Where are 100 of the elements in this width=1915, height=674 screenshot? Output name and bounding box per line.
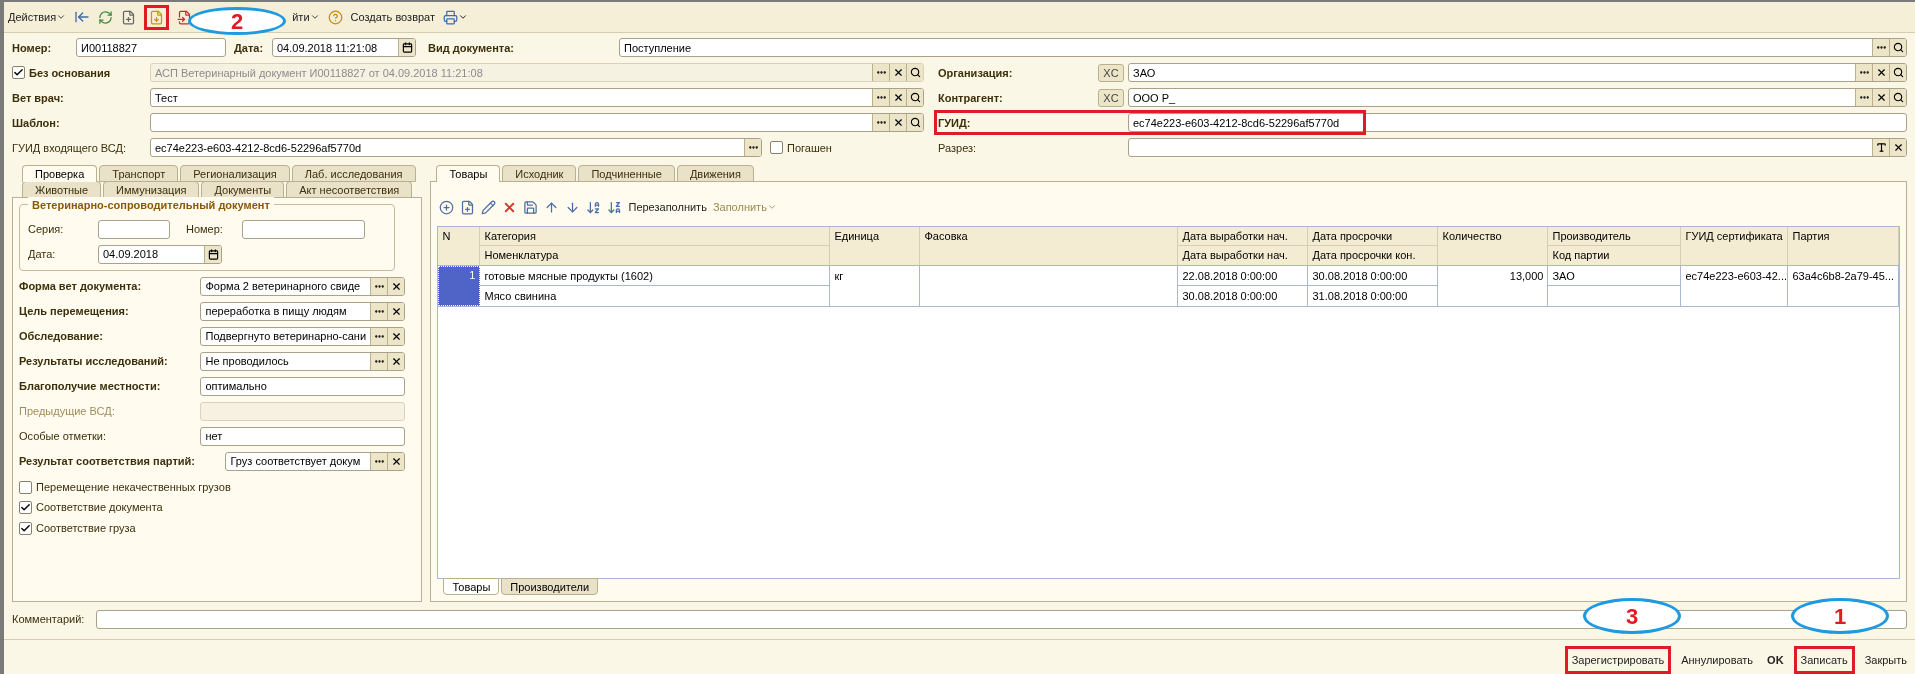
select-field[interactable]: Форма 2 ветеринарного свиде	[200, 277, 406, 296]
prefix-button[interactable]: XC	[1098, 64, 1124, 82]
sort-descending-icon[interactable]	[607, 200, 623, 215]
input-field[interactable]	[200, 402, 406, 421]
clear-button[interactable]	[1889, 139, 1906, 157]
select-button[interactable]	[872, 89, 889, 107]
table-cell-text: Мясо свинина	[483, 289, 558, 305]
select-field[interactable]: переработка в пищу людям	[200, 302, 406, 321]
select-field[interactable]: Не проводилось	[200, 352, 406, 371]
select-button[interactable]	[370, 453, 388, 470]
clear-button[interactable]	[387, 328, 405, 345]
action-button[interactable]: Аннулировать	[1677, 646, 1758, 674]
refresh-icon[interactable]	[98, 9, 114, 25]
search-button[interactable]	[1889, 64, 1906, 82]
checkbox[interactable]	[19, 521, 32, 535]
date-field[interactable]: 04.09.2018 11:21:08	[272, 38, 416, 58]
column-header: Дата просрочки кон.	[1311, 248, 1417, 264]
document-arrow-icon[interactable]	[177, 9, 193, 25]
clear-button[interactable]	[387, 278, 405, 295]
clear-button[interactable]	[889, 114, 906, 132]
column-header: N	[441, 229, 452, 245]
select-button[interactable]	[370, 328, 388, 345]
tab[interactable]: Проверка	[22, 165, 98, 183]
search-button[interactable]	[906, 114, 923, 132]
copy-icon[interactable]	[460, 200, 476, 215]
table-cell-text: 31.08.2018 0:00:00	[1311, 289, 1409, 305]
add-icon[interactable]	[439, 200, 455, 215]
select-button[interactable]	[1872, 39, 1889, 57]
action-button[interactable]: Закрыть	[1860, 646, 1911, 674]
close-icon	[1875, 67, 1887, 79]
action-button[interactable]: OK	[1763, 646, 1788, 674]
print-button[interactable]	[443, 9, 469, 25]
select-button[interactable]	[744, 139, 761, 157]
actions-menu[interactable]: Действия	[8, 9, 67, 26]
calendar-button[interactable]	[398, 39, 415, 57]
select-button[interactable]	[1855, 89, 1872, 107]
pencil-icon[interactable]	[481, 200, 497, 215]
select-field[interactable]: Груз соответствует докум	[225, 452, 406, 471]
clear-button[interactable]	[387, 303, 405, 320]
select-button[interactable]	[872, 64, 889, 82]
field-label: Предыдущие ВСД:	[19, 404, 115, 420]
help-icon[interactable]	[327, 9, 343, 25]
checkbox[interactable]	[770, 141, 783, 155]
tab[interactable]: Производители	[501, 578, 599, 595]
save-icon[interactable]	[523, 200, 539, 215]
input-field[interactable]: Поступление	[619, 38, 1907, 58]
checkbox[interactable]	[19, 501, 32, 515]
row-number-cell[interactable]: 1	[438, 266, 481, 307]
type-button[interactable]	[1872, 139, 1889, 157]
refill-button[interactable]: Перезаполнить	[628, 199, 707, 216]
input-field[interactable]	[242, 220, 365, 239]
input-field[interactable]: оптимально	[200, 377, 406, 396]
clear-button[interactable]	[1872, 64, 1889, 82]
input-field[interactable]: ec74e223-e603-4212-8cd6-52296af5770d	[150, 138, 762, 158]
export-button[interactable]	[144, 4, 170, 30]
input-field[interactable]: ЗАО	[1128, 63, 1907, 83]
select-button[interactable]	[370, 303, 388, 320]
input-field[interactable]: Тест	[150, 88, 924, 108]
callout-ellipse: 3	[1583, 598, 1681, 634]
tab[interactable]: Регионализация	[180, 165, 290, 183]
tab[interactable]: Товары	[436, 165, 501, 183]
action-button[interactable]: Записать	[1793, 646, 1855, 674]
clear-button[interactable]	[1872, 89, 1889, 107]
create-return-button[interactable]: Создать возврат	[350, 9, 436, 26]
document-plus-icon[interactable]	[121, 9, 137, 25]
goto-menu[interactable]: йти	[292, 9, 320, 26]
date-field[interactable]: 04.09.2018	[98, 245, 222, 264]
arrow-down-icon[interactable]	[565, 200, 581, 215]
action-button[interactable]: Зарегистрировать	[1564, 646, 1672, 674]
input-field[interactable]: ec74e223-e603-4212-8cd6-52296af5770d	[1128, 113, 1907, 133]
input-field[interactable]	[98, 220, 170, 239]
checkbox[interactable]	[12, 66, 25, 80]
input-field[interactable]	[96, 610, 1907, 629]
tab[interactable]: Товары	[443, 578, 500, 595]
search-button[interactable]	[906, 89, 923, 107]
clear-button[interactable]	[387, 353, 405, 370]
calendar-button[interactable]	[204, 246, 221, 263]
calendar-icon	[207, 249, 219, 260]
select-button[interactable]	[370, 353, 388, 370]
prefix-button[interactable]: XC	[1098, 89, 1124, 107]
clear-button[interactable]	[889, 89, 906, 107]
clear-button[interactable]	[387, 453, 405, 470]
clear-button[interactable]	[889, 64, 906, 82]
select-button[interactable]	[1855, 64, 1872, 82]
input-field[interactable]	[1128, 138, 1907, 158]
checkbox-label: Соответствие груза	[36, 521, 136, 536]
column-header: Категория	[480, 227, 830, 247]
input-field[interactable]: ООО Р_	[1128, 88, 1907, 108]
field-label: Форма вет документа:	[19, 279, 142, 295]
input-field[interactable]	[150, 113, 924, 133]
input-field[interactable]: И00118827	[76, 38, 226, 58]
sort-ascending-icon[interactable]	[586, 200, 602, 215]
select-field[interactable]: Подвергнуто ветеринарно-сани	[200, 327, 406, 346]
checkbox[interactable]	[19, 480, 32, 494]
input-field[interactable]: нет	[200, 427, 406, 446]
search-button[interactable]	[1889, 39, 1906, 57]
select-button[interactable]	[872, 114, 889, 132]
search-button[interactable]	[1889, 89, 1906, 107]
select-button[interactable]	[370, 278, 388, 295]
search-button[interactable]	[906, 64, 923, 82]
